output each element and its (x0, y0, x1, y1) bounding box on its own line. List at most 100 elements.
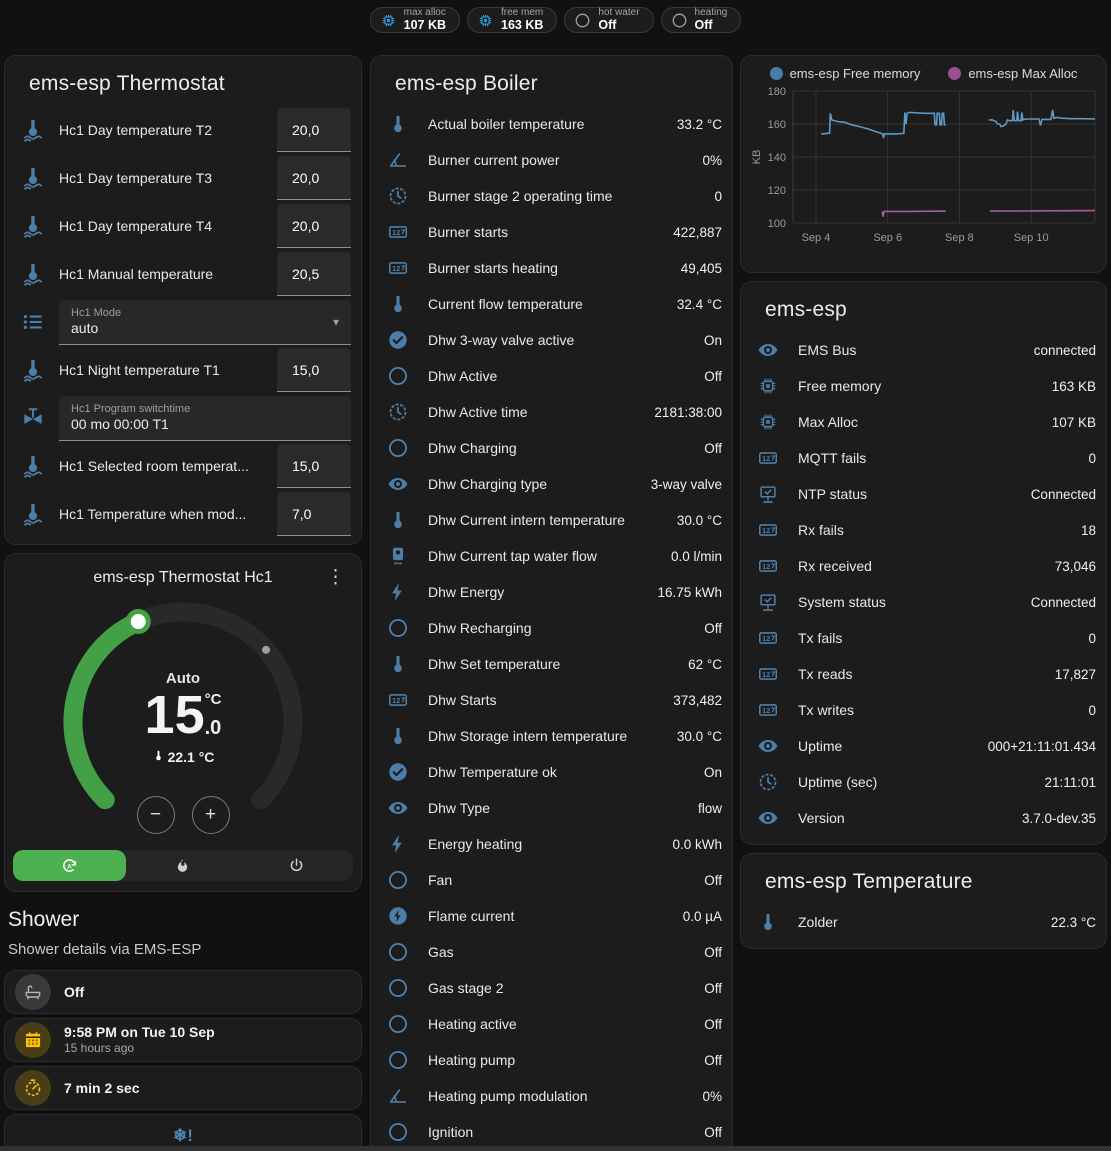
entity-value: 0 (714, 189, 722, 204)
entity-label: Heating pump modulation (428, 1088, 702, 1104)
mode-select[interactable]: Hc1 Modeauto▾ (59, 300, 351, 345)
entity-row[interactable]: Hc1 Day temperature T320,0 (15, 154, 351, 202)
shower-row[interactable]: 9:58 PM on Tue 10 Sep15 hours ago (4, 1018, 362, 1062)
entity-row[interactable]: 12Burner starts heating49,405 (381, 250, 722, 286)
shower-row[interactable]: Off (4, 970, 362, 1014)
thermometer-icon (152, 749, 165, 765)
entity-row[interactable]: Hc1 Night temperature T115,0 (15, 346, 351, 394)
number-input[interactable]: 20,0 (277, 108, 351, 152)
entity-value: 163 KB (1052, 379, 1096, 394)
status-chip-max-alloc[interactable]: max alloc107 KB (370, 7, 460, 33)
decrease-temp-button[interactable]: − (137, 796, 175, 834)
status-chip-heating[interactable]: heatingOff (661, 7, 742, 33)
entity-row[interactable]: Dhw Current tap water flow0.0 l/min (381, 538, 722, 574)
temperature-rows: Zolder22.3 °C (751, 904, 1096, 940)
dial-handle[interactable] (128, 612, 148, 632)
entity-row[interactable]: Gas stage 2Off (381, 970, 722, 1006)
entity-row[interactable]: Burner current power0% (381, 142, 722, 178)
entity-row[interactable]: 12Tx reads17,827 (751, 656, 1096, 692)
heat-mode-button[interactable] (126, 850, 239, 881)
entity-label: Uptime (798, 738, 988, 754)
entity-row[interactable]: Dhw ChargingOff (381, 430, 722, 466)
cpu-icon (757, 411, 779, 433)
temperature-card-title: ems-esp Temperature (751, 854, 1096, 904)
entity-row[interactable]: Actual boiler temperature33.2 °C (381, 106, 722, 142)
legend-item[interactable]: ems-esp Free memory (770, 66, 921, 81)
entity-row[interactable]: 12Rx fails18 (751, 512, 1096, 548)
entity-row[interactable]: Flame current0.0 µA (381, 898, 722, 934)
status-chip-free-mem[interactable]: free mem163 KB (467, 7, 557, 33)
entity-row[interactable]: Dhw Active time2181:38:00 (381, 394, 722, 430)
legend-item[interactable]: ems-esp Max Alloc (948, 66, 1077, 81)
entity-row[interactable]: Burner stage 2 operating time0 (381, 178, 722, 214)
entity-row[interactable]: Hc1 Selected room temperat...15,0 (15, 442, 351, 490)
entity-row[interactable]: Dhw Temperature okOn (381, 754, 722, 790)
thermometer-water-icon (20, 165, 46, 191)
entity-label: Ignition (428, 1124, 704, 1140)
shower-row[interactable]: 7 min 2 sec (4, 1066, 362, 1110)
entity-row[interactable]: Hc1 Day temperature T220,0 (15, 106, 351, 154)
entity-row[interactable]: Dhw Current intern temperature30.0 °C (381, 502, 722, 538)
entity-row[interactable]: 12Tx writes0 (751, 692, 1096, 728)
entity-row[interactable]: 12Tx fails0 (751, 620, 1096, 656)
counter-icon: 12 (757, 519, 779, 541)
entity-row[interactable]: Max Alloc107 KB (751, 404, 1096, 440)
entity-row[interactable]: Dhw RechargingOff (381, 610, 722, 646)
entity-row[interactable]: Current flow temperature32.4 °C (381, 286, 722, 322)
entity-row[interactable]: Dhw Set temperature62 °C (381, 646, 722, 682)
entity-row[interactable]: Hc1 Program switchtime00 mo 00:00 T1 (15, 394, 351, 442)
entity-value: Off (704, 873, 722, 888)
entity-label: Tx writes (798, 702, 1088, 718)
entity-label: Dhw Energy (428, 584, 657, 600)
off-mode-button[interactable] (240, 850, 353, 881)
number-input[interactable]: 15,0 (277, 444, 351, 488)
entity-row[interactable]: Dhw Typeflow (381, 790, 722, 826)
entity-row[interactable]: Free memory163 KB (751, 368, 1096, 404)
entity-row[interactable]: FanOff (381, 862, 722, 898)
bottom-scrollbar[interactable] (0, 1146, 1111, 1151)
auto-mode-button[interactable]: A (13, 850, 126, 881)
entity-row[interactable]: Heating activeOff (381, 1006, 722, 1042)
entity-row[interactable]: Hc1 Modeauto▾ (15, 298, 351, 346)
entity-row[interactable]: Hc1 Manual temperature20,5 (15, 250, 351, 298)
entity-row[interactable]: IgnitionOff (381, 1114, 722, 1150)
entity-row[interactable]: Energy heating0.0 kWh (381, 826, 722, 862)
entity-row[interactable]: System statusConnected (751, 584, 1096, 620)
entity-row[interactable]: Uptime (sec)21:11:01 (751, 764, 1096, 800)
entity-row[interactable]: NTP statusConnected (751, 476, 1096, 512)
entity-row[interactable]: 12Burner starts422,887 (381, 214, 722, 250)
chip-value: 163 KB (501, 19, 543, 32)
entity-row[interactable]: EMS Busconnected (751, 332, 1096, 368)
number-input[interactable]: 15,0 (277, 348, 351, 392)
number-input[interactable]: 20,0 (277, 204, 351, 248)
entity-row[interactable]: 12Rx received73,046 (751, 548, 1096, 584)
entity-row[interactable]: Dhw Storage intern temperature30.0 °C (381, 718, 722, 754)
entity-row[interactable]: Dhw 3-way valve activeOn (381, 322, 722, 358)
entity-row[interactable]: Version3.7.0-dev.35 (751, 800, 1096, 836)
entity-row[interactable]: Heating pump modulation0% (381, 1078, 722, 1114)
text-input[interactable]: Hc1 Program switchtime00 mo 00:00 T1 (59, 396, 351, 441)
entity-row[interactable]: Dhw Energy16.75 kWh (381, 574, 722, 610)
entity-row[interactable]: Dhw Charging type3-way valve (381, 466, 722, 502)
entity-label: Tx reads (798, 666, 1055, 682)
entity-row[interactable]: 12Dhw Starts373,482 (381, 682, 722, 718)
entity-row[interactable]: Dhw ActiveOff (381, 358, 722, 394)
entity-row[interactable]: Hc1 Temperature when mod...7,0 (15, 490, 351, 538)
eye-icon (757, 735, 779, 757)
entity-value: 373,482 (673, 693, 722, 708)
entity-row[interactable]: Heating pumpOff (381, 1042, 722, 1078)
status-chip-hot-water[interactable]: hot waterOff (564, 7, 653, 33)
circle-outline-icon (387, 437, 409, 459)
entity-row[interactable]: Hc1 Day temperature T420,0 (15, 202, 351, 250)
entity-row[interactable]: GasOff (381, 934, 722, 970)
number-input[interactable]: 20,5 (277, 252, 351, 296)
number-input[interactable]: 7,0 (277, 492, 351, 536)
increase-temp-button[interactable]: + (192, 796, 230, 834)
entity-row[interactable]: Uptime000+21:11:01.434 (751, 728, 1096, 764)
entity-row[interactable]: Zolder22.3 °C (751, 904, 1096, 940)
entity-row[interactable]: 12MQTT fails0 (751, 440, 1096, 476)
number-input[interactable]: 20,0 (277, 156, 351, 200)
entity-value: Off (704, 1053, 722, 1068)
memory-chart-card[interactable]: ems-esp Free memoryems-esp Max Alloc 100… (740, 55, 1107, 273)
angle-icon (387, 149, 409, 171)
